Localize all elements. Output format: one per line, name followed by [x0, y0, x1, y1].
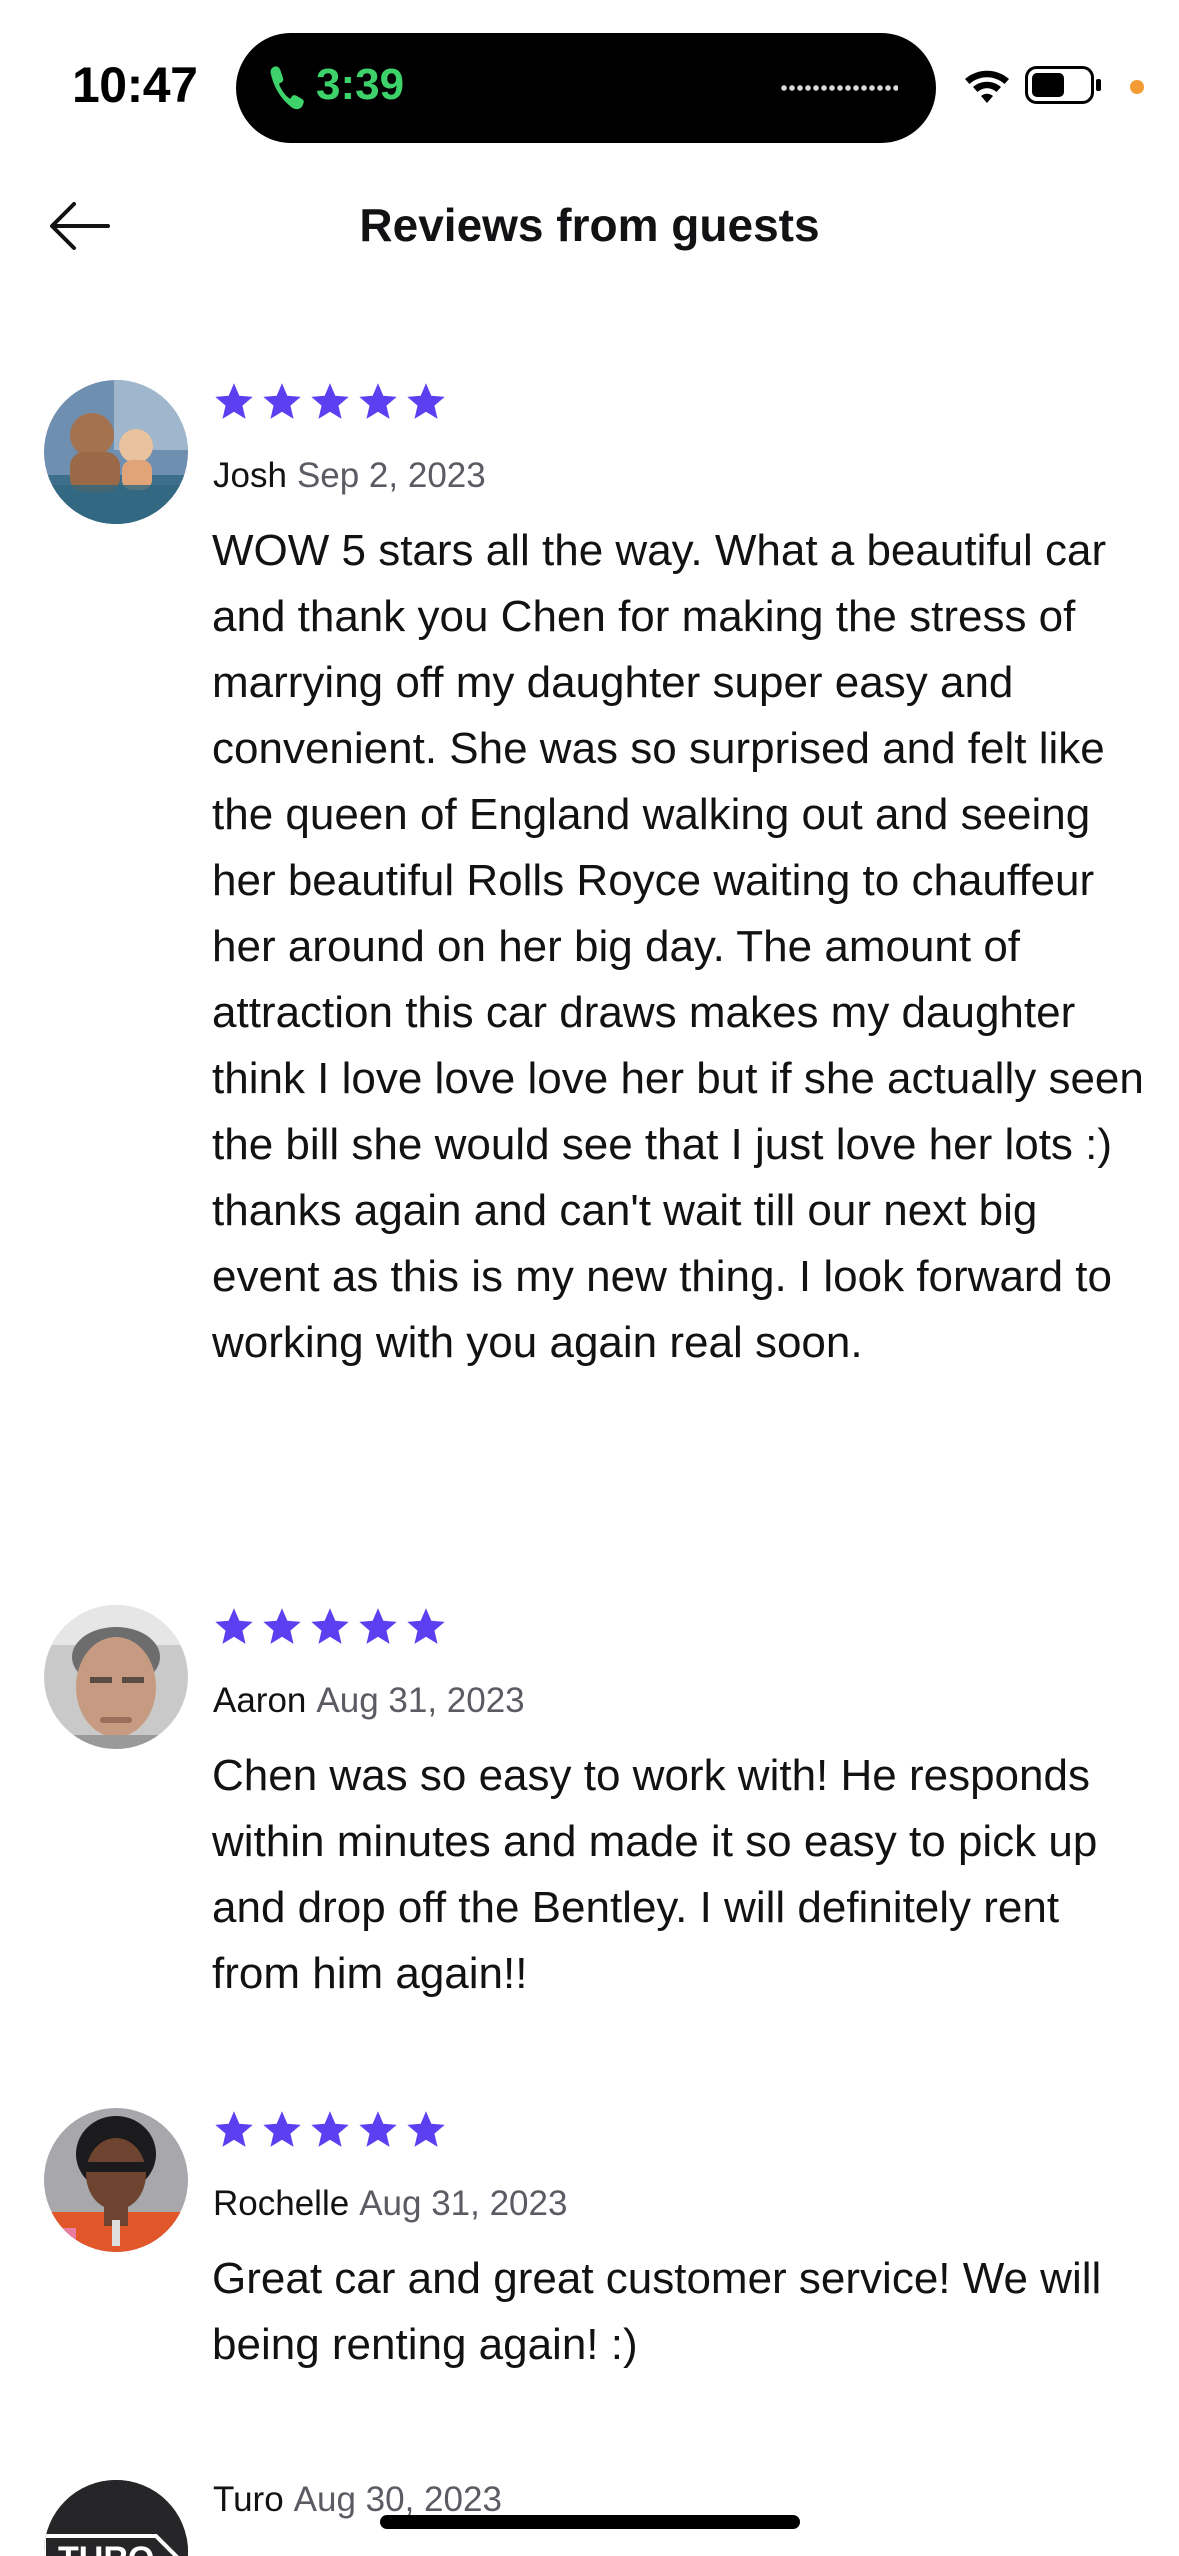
wifi-icon — [965, 70, 1009, 103]
reviewer-name: Turo — [213, 2480, 284, 2519]
call-timer: 3:39 — [316, 60, 405, 109]
star-icon — [263, 2111, 301, 2147]
review-meta: Turo Aug 30, 2023 — [213, 2480, 502, 2520]
star-rating — [212, 1605, 448, 1649]
review-text: Great car and great customer service! We… — [212, 2254, 1102, 2369]
turo-logo-text: TURO — [58, 2540, 154, 2556]
audio-waveform-icon — [780, 84, 898, 92]
avatar — [44, 2108, 188, 2252]
star-icon — [263, 1608, 301, 1644]
star-icon — [311, 2111, 349, 2147]
page-title: Reviews from guests — [359, 199, 820, 251]
avatar — [44, 1605, 188, 1749]
star-rating — [212, 2108, 448, 2152]
privacy-indicator-dot — [1130, 80, 1144, 94]
avatar: TURO — [44, 2480, 188, 2556]
home-indicator[interactable] — [380, 2515, 800, 2529]
review-meta: Josh Sep 2, 2023 — [213, 456, 486, 496]
star-icon — [215, 383, 253, 419]
review-date: Aug 31, 2023 — [359, 2184, 568, 2223]
reviewer-name: Aaron — [213, 1681, 307, 1720]
star-icon — [215, 1608, 253, 1644]
review-date: Sep 2, 2023 — [296, 456, 486, 495]
review-date: Aug 31, 2023 — [316, 1681, 525, 1720]
phone-icon — [270, 66, 304, 110]
dynamic-island-call[interactable]: 3:39 — [236, 33, 936, 143]
reviewer-name: Rochelle — [213, 2184, 350, 2223]
status-time: 10:47 — [72, 57, 198, 113]
review-meta: Aaron Aug 31, 2023 — [213, 1681, 525, 1721]
review-text: Chen was so easy to work with! He respon… — [212, 1751, 1098, 1998]
review-text: WOW 5 stars all the way. What a beautifu… — [212, 526, 1144, 1367]
reviewer-name: Josh — [213, 456, 287, 495]
star-icon — [407, 1608, 445, 1644]
star-icon — [359, 1608, 397, 1644]
star-icon — [359, 2111, 397, 2147]
star-rating — [212, 380, 448, 424]
star-icon — [407, 383, 445, 419]
review-meta: Rochelle Aug 31, 2023 — [213, 2184, 567, 2224]
star-icon — [407, 2111, 445, 2147]
screen: 10:47 3:39 Reviews from guests Josh Sep … — [0, 0, 1179, 2556]
star-icon — [311, 1608, 349, 1644]
star-icon — [215, 2111, 253, 2147]
review-date: Aug 30, 2023 — [293, 2480, 502, 2519]
star-icon — [311, 383, 349, 419]
avatar — [44, 380, 188, 524]
star-icon — [263, 383, 301, 419]
star-icon — [359, 383, 397, 419]
battery-icon — [1025, 66, 1101, 104]
